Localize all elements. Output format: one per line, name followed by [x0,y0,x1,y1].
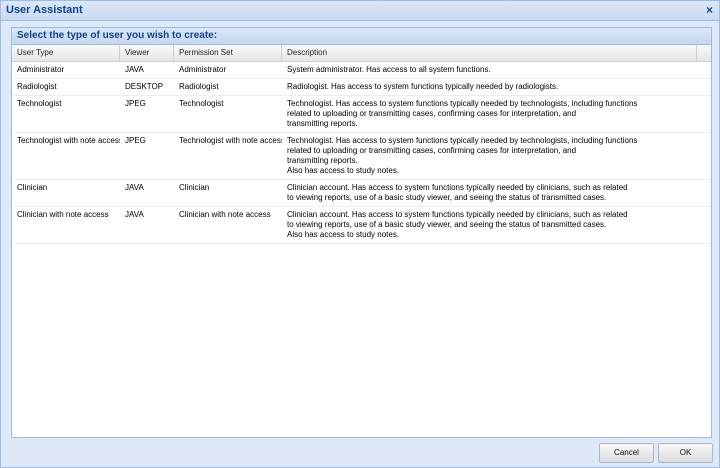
column-header-description[interactable]: Description [282,45,697,61]
cell-viewer: JAVA [125,183,144,192]
close-icon[interactable]: × [703,4,716,17]
cell-viewer: JPEG [125,99,146,108]
ok-button[interactable]: OK [658,443,713,463]
column-header-viewer[interactable]: Viewer [120,45,174,61]
cell-user-type: Radiologist [17,82,57,91]
cell-permission-set: Clinician [179,183,210,192]
cell-viewer: JAVA [125,65,144,74]
cell-user-type: Administrator [17,65,65,74]
cell-description: Clinician account. Has access to system … [287,210,628,239]
column-header-user-type[interactable]: User Type [12,45,120,61]
cell-viewer: JAVA [125,210,144,219]
cell-permission-set: Technologist with note access [179,136,282,145]
user-type-panel: Select the type of user you wish to crea… [11,27,712,438]
table-row[interactable]: Technologist with note access JPEG Techn… [12,133,711,180]
cell-description: Technologist. Has access to system funct… [287,99,638,128]
grid-header: User Type Viewer Permission Set Descript… [12,45,711,62]
cell-permission-set: Technologist [179,99,224,108]
cell-user-type: Clinician with note access [17,210,109,219]
user-assistant-dialog: User Assistant × Select the type of user… [0,0,720,468]
user-type-grid-body: Administrator JAVA Administrator System … [12,62,711,244]
cell-description: Clinician account. Has access to system … [287,183,628,202]
cell-user-type: Technologist [17,99,62,108]
cell-permission-set: Administrator [179,65,227,74]
cancel-button[interactable]: Cancel [599,443,654,463]
table-row[interactable]: Radiologist DESKTOP Radiologist Radiolog… [12,79,711,96]
cell-user-type: Technologist with note access [17,136,120,145]
table-row[interactable]: Technologist JPEG Technologist Technolog… [12,96,711,133]
cell-viewer: DESKTOP [125,82,164,91]
dialog-title: User Assistant [6,4,83,16]
table-row[interactable]: Administrator JAVA Administrator System … [12,62,711,79]
dialog-titlebar[interactable]: User Assistant × [1,1,719,21]
table-row[interactable]: Clinician JAVA Clinician Clinician accou… [12,180,711,207]
cell-description: Technologist. Has access to system funct… [287,136,638,175]
cell-viewer: JPEG [125,136,146,145]
cell-user-type: Clinician [17,183,48,192]
column-header-permission-set[interactable]: Permission Set [174,45,282,61]
table-row[interactable]: Clinician with note access JAVA Clinicia… [12,207,711,244]
cell-permission-set: Clinician with note access [179,210,271,219]
cell-permission-set: Radiologist [179,82,219,91]
cell-description: System administrator. Has access to all … [287,65,491,74]
cell-description: Radiologist. Has access to system functi… [287,82,559,91]
panel-header: Select the type of user you wish to crea… [12,28,711,45]
